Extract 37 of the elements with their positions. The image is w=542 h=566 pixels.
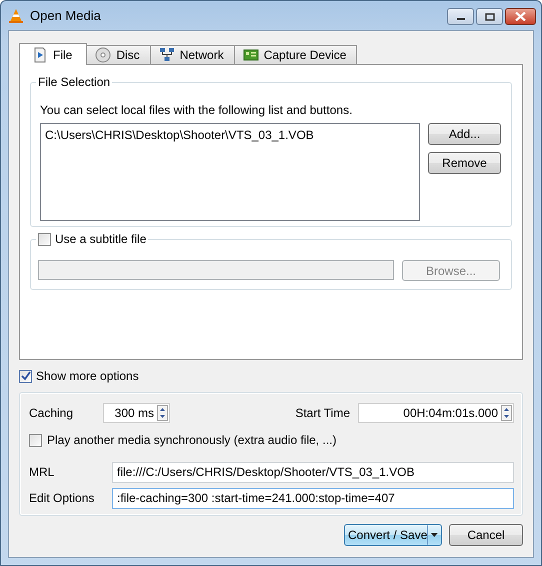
close-icon bbox=[515, 12, 526, 21]
window-title: Open Media bbox=[30, 8, 102, 23]
stepper-arrows-icon bbox=[501, 405, 512, 421]
button[interactable]: Cancel bbox=[449, 524, 523, 546]
circuit-board-icon bbox=[242, 47, 259, 63]
field-label: Edit Options bbox=[29, 491, 96, 505]
cone-icon bbox=[8, 8, 24, 24]
split-button[interactable]: Convert / Save bbox=[344, 524, 442, 546]
list-button[interactable]: Remove bbox=[428, 152, 501, 174]
tab[interactable]: Disc bbox=[86, 45, 151, 64]
checkbox[interactable] bbox=[19, 370, 32, 382]
network-icon bbox=[158, 47, 175, 63]
text-field[interactable]: :file-caching=300 :start-time=241.000:stop-time=407 bbox=[112, 488, 514, 508]
close-button[interactable] bbox=[505, 8, 536, 25]
play-document-icon bbox=[32, 46, 48, 62]
tab[interactable]: Network bbox=[150, 45, 235, 64]
spin-box[interactable]: 00H:04m:01s.000 bbox=[358, 403, 514, 423]
maximize-icon bbox=[484, 12, 494, 20]
minimize-button[interactable] bbox=[447, 8, 474, 25]
field-label: MRL bbox=[29, 465, 56, 479]
group-title: File Selection bbox=[36, 75, 112, 89]
checkbox-label: Show more options bbox=[36, 369, 139, 383]
tab[interactable]: Capture Device bbox=[234, 45, 358, 64]
field-label: Start Time bbox=[295, 406, 350, 420]
tab[interactable]: File bbox=[19, 43, 88, 65]
text-field[interactable]: file:///C:/Users/CHRIS/Desktop/Shooter/VTS_03_1.VOB bbox=[112, 462, 514, 482]
file-list[interactable]: C:\Users\CHRIS\Desktop\Shooter\VTS_03_1.VOB bbox=[40, 123, 420, 221]
field-label: Caching bbox=[29, 406, 74, 420]
file-list-item[interactable]: C:\Users\CHRIS\Desktop\Shooter\VTS_03_1.VOB bbox=[45, 128, 415, 142]
checkbox[interactable] bbox=[29, 434, 42, 446]
maximize-button[interactable] bbox=[476, 8, 503, 25]
checkbox-label: Play another media synchronously (extra audio file, ...) bbox=[47, 433, 336, 447]
stepper-arrows-icon bbox=[157, 405, 168, 421]
hint-text: You can select local files with the following list and buttons. bbox=[40, 103, 354, 117]
list-button[interactable]: Add... bbox=[428, 123, 501, 145]
checkbox-label: Use a subtitle file bbox=[55, 232, 146, 246]
spin-box[interactable]: 300 ms bbox=[103, 403, 170, 423]
